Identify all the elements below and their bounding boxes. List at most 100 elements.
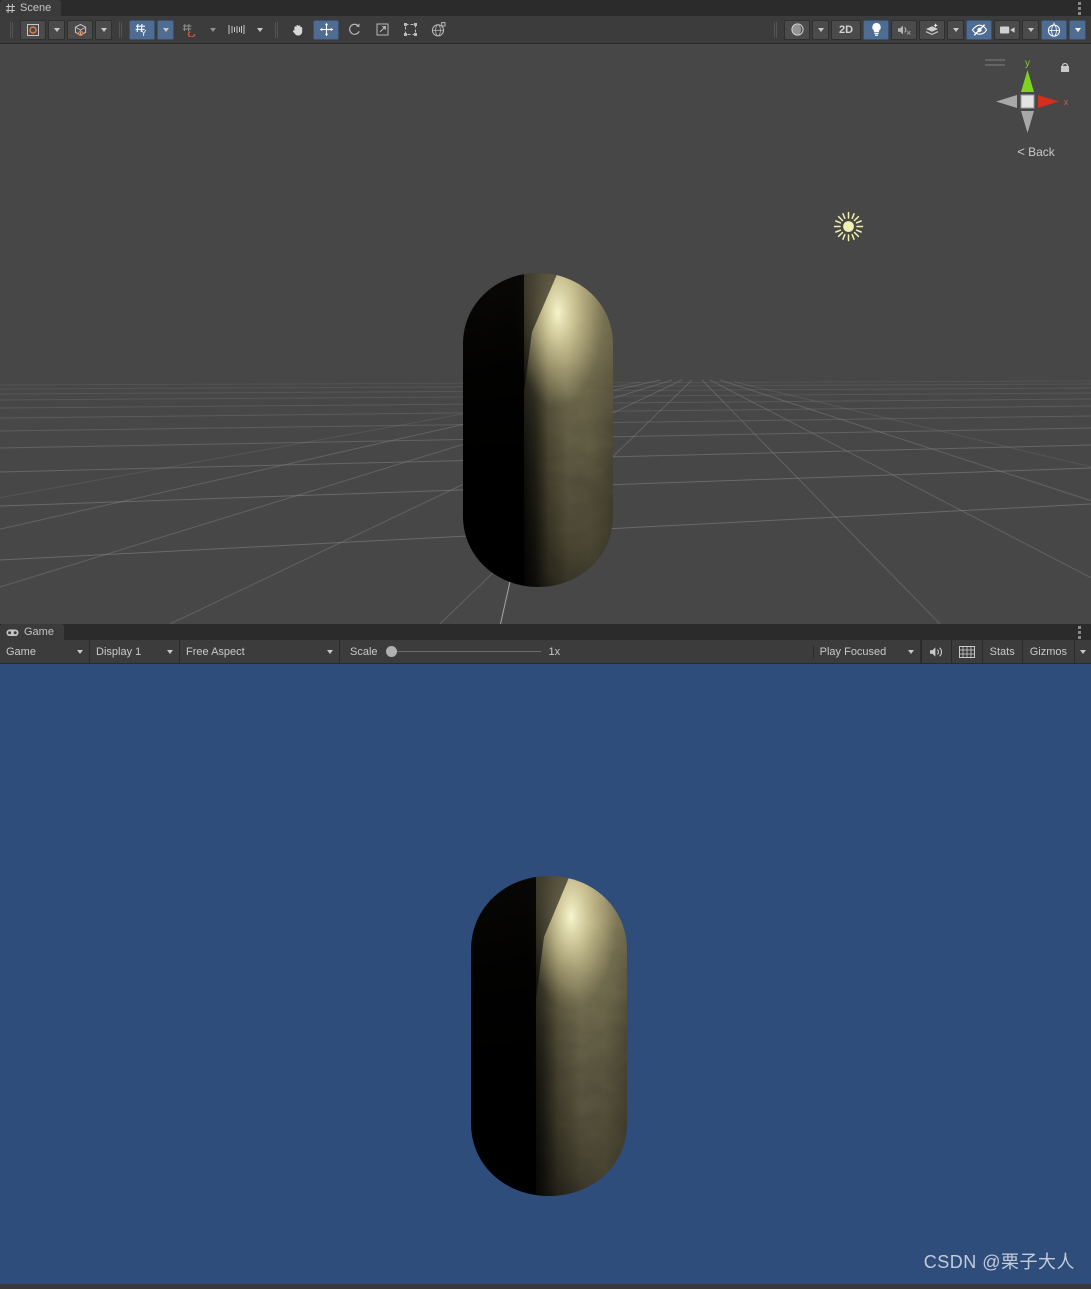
game-tab-bar: Game xyxy=(0,624,1091,640)
hand-icon xyxy=(292,24,303,35)
draw-mode-dropdown[interactable] xyxy=(812,19,829,40)
fx-dropdown[interactable] xyxy=(947,19,964,40)
play-mode-select[interactable]: Play Focused xyxy=(814,639,921,664)
camera-settings-dropdown[interactable] xyxy=(1022,19,1039,40)
scale-slider-track xyxy=(385,651,541,652)
view-orientation-text: Back xyxy=(1028,145,1055,159)
display-select-label: Display 1 xyxy=(96,645,142,658)
scene-view-orientation-label[interactable]: < Back xyxy=(991,144,1081,159)
capsule-shape xyxy=(463,273,613,587)
game-toolbar-right: Play Focused Stats Gizmos xyxy=(814,639,1091,664)
draw-mode-button[interactable] xyxy=(784,19,810,40)
stats-label: Stats xyxy=(989,645,1015,658)
gizmos-dropdown[interactable] xyxy=(1069,19,1086,40)
scale-icon xyxy=(376,23,388,36)
toolbar-divider xyxy=(119,21,122,38)
aspect-ratio-select[interactable]: Free Aspect xyxy=(180,639,340,664)
audio-toggle-button[interactable] xyxy=(891,19,917,40)
kebab-dot xyxy=(1077,6,1081,10)
transform-tool[interactable] xyxy=(425,20,451,40)
move-tool[interactable] xyxy=(313,19,339,40)
chevron-down-icon xyxy=(167,649,173,654)
play-mode-label: Play Focused xyxy=(819,645,887,658)
kebab-dot xyxy=(1077,630,1081,634)
gizmos-toggle-button[interactable] xyxy=(1041,19,1067,40)
capsule-mesh-game xyxy=(470,875,628,1202)
scene-tab-bar: Scene xyxy=(0,0,1091,16)
chevron-down-icon xyxy=(53,27,60,32)
persp-toggle-lines xyxy=(985,59,1005,66)
scale-label: Scale xyxy=(350,645,378,658)
tab-game[interactable]: Game xyxy=(0,624,64,640)
grid-frame-icon xyxy=(958,645,975,658)
scale-slider-knob[interactable] xyxy=(385,646,397,657)
global-cube-icon xyxy=(74,23,86,36)
kebab-dot xyxy=(1077,1,1081,5)
svg-text:Y: Y xyxy=(141,29,147,37)
toolbar-divider xyxy=(275,21,278,38)
tab-scene[interactable]: Scene xyxy=(0,0,62,16)
scale-control[interactable]: Scale 1x xyxy=(340,645,814,658)
chevron-down-icon xyxy=(817,27,824,32)
grid-snapping-button[interactable]: Y xyxy=(129,19,155,40)
axis-y-label: y xyxy=(1025,58,1030,69)
tab-scene-label: Scene xyxy=(20,2,52,14)
display-select[interactable]: Display 1 xyxy=(90,639,180,664)
increment-snap-dropdown[interactable] xyxy=(251,20,268,40)
toolbar-divider xyxy=(774,21,777,38)
game-view-select-label: Game xyxy=(6,645,36,658)
kebab-dot xyxy=(1077,11,1081,15)
rect-transform-icon xyxy=(403,23,417,36)
gizmo-globe-icon xyxy=(1047,22,1061,37)
rect-tool[interactable] xyxy=(397,20,423,40)
vsync-button[interactable] xyxy=(950,639,982,664)
stats-button[interactable]: Stats xyxy=(981,639,1022,664)
speaker-icon xyxy=(929,646,942,657)
camera-settings-button[interactable] xyxy=(994,19,1020,40)
chevron-down-icon xyxy=(327,649,333,654)
lightbulb-icon xyxy=(871,23,881,36)
tab-game-label: Game xyxy=(24,626,54,638)
scene-panel-menu[interactable] xyxy=(1073,1,1085,15)
pivot-center-icon xyxy=(27,23,39,36)
hand-tool[interactable] xyxy=(285,20,311,40)
game-view-select[interactable]: Game xyxy=(0,639,90,664)
chevron-down-icon xyxy=(1027,27,1034,32)
pivot-rotation-dropdown[interactable] xyxy=(95,19,112,40)
fx-button[interactable] xyxy=(919,19,945,40)
camera-icon xyxy=(999,26,1015,33)
axis-x-label: x xyxy=(1064,97,1069,107)
grid-snapping-dropdown[interactable] xyxy=(157,19,174,40)
directional-light-gizmo[interactable] xyxy=(832,210,865,248)
eye-off-icon xyxy=(971,23,987,36)
rotate-tool[interactable] xyxy=(341,20,367,40)
game-toolbar: Game Display 1 Free Aspect Scale 1x Play… xyxy=(0,639,1091,664)
scene-lighting-button[interactable] xyxy=(863,19,889,40)
increment-snap-button[interactable] xyxy=(223,20,249,40)
grid-visibility-dropdown[interactable] xyxy=(204,20,221,40)
scene-viewport[interactable]: y x < Back xyxy=(0,44,1091,624)
scale-slider[interactable] xyxy=(385,646,541,658)
2d-toggle-button[interactable]: 2D xyxy=(831,19,861,40)
scale-value: 1x xyxy=(548,645,561,658)
scene-toolbar: Y 2D xyxy=(0,16,1091,44)
pivot-rotation-button[interactable] xyxy=(67,19,93,40)
chevron-down-icon xyxy=(256,27,263,32)
chevron-down-icon xyxy=(952,27,959,32)
aspect-ratio-label: Free Aspect xyxy=(186,645,245,658)
grid-visibility-button[interactable] xyxy=(176,20,202,40)
game-viewport[interactable]: CSDN @栗子大人 xyxy=(0,664,1091,1284)
pivot-mode-button[interactable] xyxy=(20,19,46,40)
gizmos-button[interactable]: Gizmos xyxy=(1021,639,1074,664)
game-panel-menu[interactable] xyxy=(1073,625,1085,639)
2d-toggle-label: 2D xyxy=(838,23,854,36)
scene-visibility-button[interactable] xyxy=(966,19,992,40)
capsule-mesh[interactable] xyxy=(462,272,614,593)
gizmos-dropdown-button[interactable] xyxy=(1074,639,1091,664)
chevron-down-icon xyxy=(162,27,169,32)
pivot-mode-dropdown[interactable] xyxy=(48,19,65,40)
chevron-down-icon xyxy=(209,27,216,32)
scale-tool[interactable] xyxy=(369,20,395,40)
mute-audio-button[interactable] xyxy=(920,639,951,664)
shaded-sphere-icon xyxy=(790,23,804,36)
